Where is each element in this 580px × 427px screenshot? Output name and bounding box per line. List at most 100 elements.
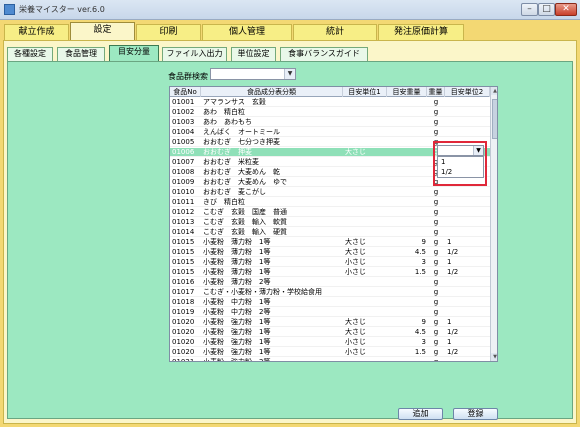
cell-u1 <box>345 128 387 137</box>
table-row[interactable]: 01019 小麦粉 中力粉 2等 g <box>170 308 490 317</box>
table-row[interactable]: 01020 小麦粉 強力粉 1等 小さじ 3 g 1 <box>170 338 490 347</box>
tab-settings[interactable]: 設定 <box>70 22 135 41</box>
cell-name: あわ 精白粒 <box>203 108 245 116</box>
subtab-food[interactable]: 食品管理 <box>57 47 105 61</box>
tab-order-cost[interactable]: 発注原価計算 <box>378 24 464 40</box>
cell-no: 01008 <box>172 168 195 176</box>
cell-q <box>390 188 426 197</box>
table-row[interactable]: 01011 きび 精白粒 g <box>170 198 490 207</box>
table-row[interactable]: 01021 小麦粉 強力粉 2等 g <box>170 358 490 362</box>
cell-q <box>390 118 426 127</box>
cell-u1 <box>345 278 387 287</box>
subtab-portion[interactable]: 目安分量 <box>109 45 159 61</box>
close-button[interactable]: ✕ <box>555 3 577 16</box>
cell-q <box>390 168 426 177</box>
cell-q: 4.5 <box>414 248 426 256</box>
cell-u1 <box>345 188 387 197</box>
cell-no: 01014 <box>172 228 195 236</box>
cell-q <box>390 178 426 187</box>
cell-q <box>390 358 426 361</box>
table-row[interactable]: 01013 こむぎ 玄穀 輸入 軟質 g <box>170 218 490 227</box>
table-row[interactable]: 01004 えんばく オートミール g <box>170 128 490 137</box>
cell-no: 01007 <box>172 158 195 166</box>
vertical-scrollbar[interactable]: ▲ ▼ <box>490 87 497 361</box>
cell-q <box>390 138 426 147</box>
cell-u1: 小さじ <box>345 268 366 276</box>
minimize-button[interactable]: – <box>521 3 538 16</box>
cell-u1: 小さじ <box>345 258 366 266</box>
table-row[interactable]: 01015 小麦粉 薄力粉 1等 小さじ 1.5 g 1/2 <box>170 268 490 277</box>
cell-name: 小麦粉 強力粉 1等 <box>203 348 271 356</box>
cell-w: g <box>433 108 439 116</box>
cell-w: g <box>433 228 439 236</box>
register-button[interactable]: 登録 <box>453 408 498 420</box>
cell-w: g <box>433 248 439 256</box>
cell-no: 01015 <box>172 238 195 246</box>
cell-w: g <box>433 188 439 196</box>
cell-q <box>390 308 426 317</box>
chevron-down-icon[interactable]: ▼ <box>284 69 295 79</box>
cell-q <box>390 288 426 297</box>
table-row[interactable]: 01018 小麦粉 中力粉 1等 g <box>170 298 490 307</box>
cell-q: 3 <box>421 338 426 346</box>
cell-no: 01010 <box>172 188 195 196</box>
subtab-unit[interactable]: 単位設定 <box>231 47 276 61</box>
cell-u2 <box>447 118 487 127</box>
cell-q <box>390 278 426 287</box>
cell-q: 9 <box>421 318 426 326</box>
sub-tab-bar: 各種設定 食品管理 目安分量 ファイル入出力 単位設定 食事バランスガイド <box>7 45 573 61</box>
table-row[interactable]: 01015 小麦粉 薄力粉 1等 大さじ 4.5 g 1/2 <box>170 248 490 257</box>
cell-no: 01015 <box>172 248 195 256</box>
cell-name: 小麦粉 薄力粉 2等 <box>203 278 271 286</box>
portion-content: 食品群検索 ▼ 食品No 食品成分表分類 目安単位1 目安重量 重量 目安単位2… <box>7 61 573 420</box>
table-row[interactable]: 01001 アマランサス 玄穀 g <box>170 98 490 107</box>
cell-name: こむぎ・小麦粉・薄力粉・学校給食用 <box>203 288 322 296</box>
maximize-button[interactable]: □ <box>538 3 555 16</box>
food-group-search-select[interactable]: ▼ <box>210 68 296 80</box>
cell-name: 小麦粉 強力粉 1等 <box>203 318 271 326</box>
scroll-thumb[interactable] <box>492 99 497 139</box>
cell-name: 小麦粉 中力粉 2等 <box>203 308 271 316</box>
table-row[interactable]: 01020 小麦粉 強力粉 1等 大さじ 4.5 g 1/2 <box>170 328 490 337</box>
cell-name: おおむぎ 麦こがし <box>203 188 266 196</box>
tab-personal[interactable]: 個人管理 <box>202 24 292 40</box>
table-row[interactable]: 01010 おおむぎ 麦こがし g <box>170 188 490 197</box>
cell-name: アマランサス 玄穀 <box>203 98 266 106</box>
table-row[interactable]: 01017 こむぎ・小麦粉・薄力粉・学校給食用 g <box>170 288 490 297</box>
cell-u2 <box>447 278 487 287</box>
table-row[interactable]: 01003 あわ あわもち g <box>170 118 490 127</box>
tab-print[interactable]: 印刷 <box>136 24 201 40</box>
cell-q: 1.5 <box>414 268 426 276</box>
tab-menu-create[interactable]: 献立作成 <box>4 24 69 40</box>
subtab-general[interactable]: 各種設定 <box>7 47 53 61</box>
subtab-file-io[interactable]: ファイル入出力 <box>162 47 227 61</box>
cell-w: g <box>433 288 439 296</box>
cell-name: 小麦粉 強力粉 1等 <box>203 328 271 336</box>
cell-name: おおむぎ 米粒麦 <box>203 158 259 166</box>
cell-u1: 大さじ <box>345 318 366 326</box>
cell-u1: 大さじ <box>345 248 366 256</box>
table-row[interactable]: 01014 こむぎ 玄穀 輸入 硬質 g <box>170 228 490 237</box>
add-button[interactable]: 追加 <box>398 408 443 420</box>
table-row[interactable]: 01020 小麦粉 強力粉 1等 大さじ 9 g 1 <box>170 318 490 327</box>
scroll-down-icon[interactable]: ▼ <box>491 353 497 361</box>
cell-u1: 小さじ <box>345 348 366 356</box>
cell-q <box>390 98 426 107</box>
subtab-balance-guide[interactable]: 食事バランスガイド <box>280 47 368 61</box>
table-row[interactable]: 01020 小麦粉 強力粉 1等 小さじ 1.5 g 1/2 <box>170 348 490 357</box>
cell-no: 01021 <box>172 358 195 362</box>
table-row[interactable]: 01002 あわ 精白粒 g <box>170 108 490 117</box>
tab-stats[interactable]: 統計 <box>293 24 377 40</box>
scroll-up-icon[interactable]: ▲ <box>491 87 497 95</box>
table-row[interactable]: 01015 小麦粉 薄力粉 1等 小さじ 3 g 1 <box>170 258 490 267</box>
cell-u2 <box>447 98 487 107</box>
cell-u2 <box>447 188 487 197</box>
cell-w: g <box>433 308 439 316</box>
table-row[interactable]: 01015 小麦粉 薄力粉 1等 大さじ 9 g 1 <box>170 238 490 247</box>
cell-no: 01012 <box>172 208 195 216</box>
table-row[interactable]: 01016 小麦粉 薄力粉 2等 g <box>170 278 490 287</box>
cell-q: 9 <box>421 238 426 246</box>
cell-u1 <box>345 288 387 297</box>
table-row[interactable]: 01012 こむぎ 玄穀 国産 普通 g <box>170 208 490 217</box>
col-food-no: 食品No <box>170 87 201 97</box>
